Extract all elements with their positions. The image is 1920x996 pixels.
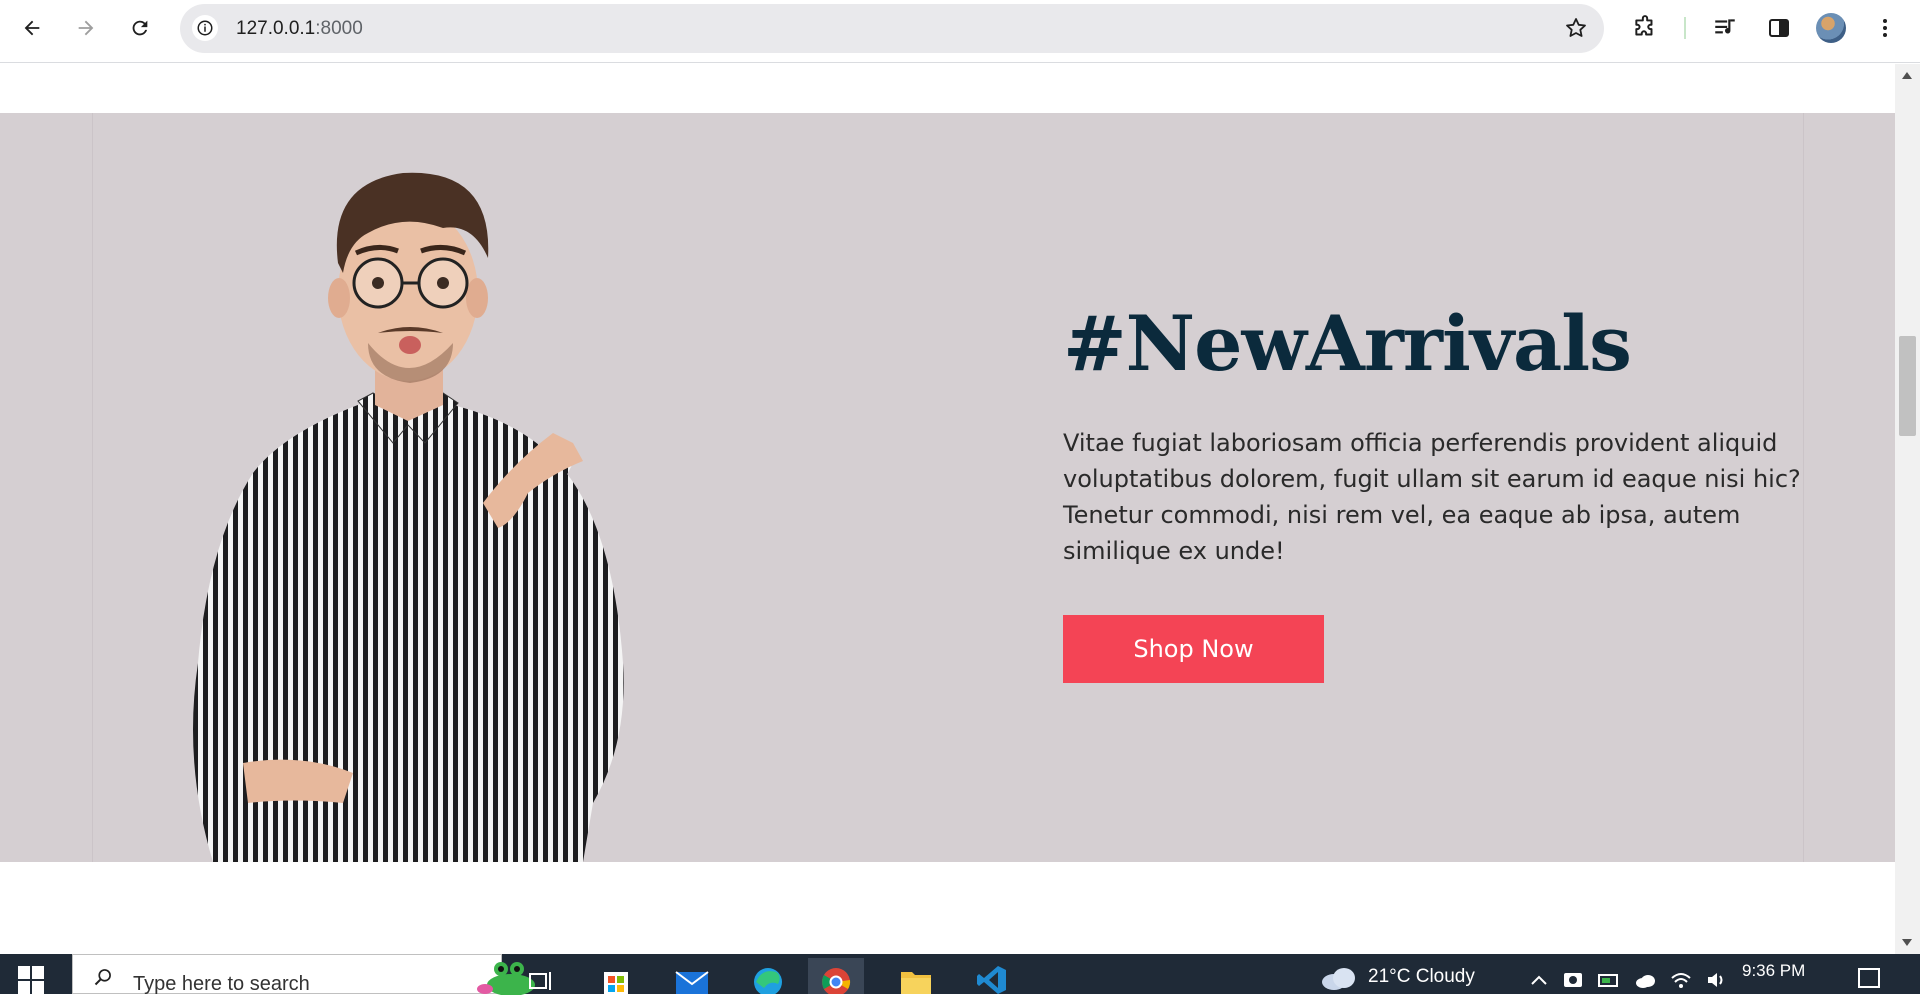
profile-avatar[interactable]	[1816, 13, 1846, 43]
menu-kebab-icon[interactable]	[1870, 13, 1900, 43]
toolbar-divider	[1684, 17, 1686, 39]
taskbar-clock[interactable]: 9:36 PM	[1742, 960, 1805, 982]
cloud-icon	[1322, 968, 1355, 990]
page-viewport: #NewArrivals Vitae fugiat laboriosam off…	[0, 64, 1895, 954]
bookmark-star-icon[interactable]	[1564, 16, 1588, 40]
side-panel-icon[interactable]	[1764, 13, 1794, 43]
microsoft-store-icon[interactable]	[588, 958, 644, 994]
edge-icon[interactable]	[740, 958, 796, 994]
onedrive-icon[interactable]	[1634, 970, 1656, 990]
mail-icon[interactable]	[664, 958, 720, 994]
battery-icon[interactable]	[1598, 970, 1620, 990]
back-button[interactable]	[14, 10, 50, 46]
weather-text: 21°C Cloudy	[1368, 966, 1475, 987]
forward-arrow-icon	[78, 20, 94, 36]
scroll-down-arrow-icon[interactable]	[1902, 939, 1912, 946]
windows-taskbar: Type here to search 21°C Cloudy 9:36 PM	[0, 954, 1920, 995]
file-explorer-icon[interactable]	[888, 958, 944, 994]
forward-button[interactable]	[68, 10, 104, 46]
hero-description: Vitae fugiat laboriosam officia perferen…	[1063, 429, 1801, 565]
scroll-thumb[interactable]	[1899, 336, 1916, 436]
extensions-icon[interactable]	[1630, 13, 1660, 43]
address-bar[interactable]: 127.0.0.1:8000	[180, 4, 1604, 53]
url-port: :8000	[315, 18, 363, 39]
taskbar-search-box[interactable]: Type here to search	[72, 954, 535, 995]
wifi-icon[interactable]	[1670, 970, 1692, 990]
vscode-icon[interactable]	[964, 958, 1020, 994]
search-icon	[94, 969, 111, 986]
page-scrollbar[interactable]	[1895, 64, 1920, 954]
scroll-up-arrow-icon[interactable]	[1902, 72, 1912, 79]
url-text[interactable]: 127.0.0.1:8000	[236, 18, 363, 40]
chrome-icon[interactable]	[808, 958, 864, 994]
chevron-up-icon[interactable]	[1528, 970, 1550, 990]
back-arrow-icon	[24, 20, 40, 36]
weather-widget[interactable]: 21°C Cloudy	[1320, 964, 1475, 990]
url-host: 127.0.0.1	[236, 18, 316, 39]
new-arrivals-banner: #NewArrivals Vitae fugiat laboriosam off…	[0, 113, 1895, 862]
man-pointing-image	[193, 172, 624, 862]
site-info-icon[interactable]	[192, 15, 218, 41]
browser-toolbar: 127.0.0.1:8000	[0, 0, 1920, 63]
camera-tray-icon[interactable]	[1562, 970, 1584, 990]
hero-title: #NewArrivals	[1063, 299, 1632, 388]
volume-icon[interactable]	[1706, 970, 1728, 990]
shop-now-button[interactable]: Shop Now	[1063, 615, 1324, 683]
windows-start-icon[interactable]	[18, 966, 46, 994]
media-controls-icon[interactable]	[1710, 13, 1740, 43]
reload-button[interactable]	[122, 10, 158, 46]
search-placeholder: Type here to search	[133, 973, 310, 995]
reload-icon	[132, 20, 148, 36]
notification-center-icon[interactable]	[1858, 968, 1880, 988]
task-view-icon[interactable]	[512, 958, 568, 994]
banner-container: #NewArrivals Vitae fugiat laboriosam off…	[92, 113, 1804, 862]
